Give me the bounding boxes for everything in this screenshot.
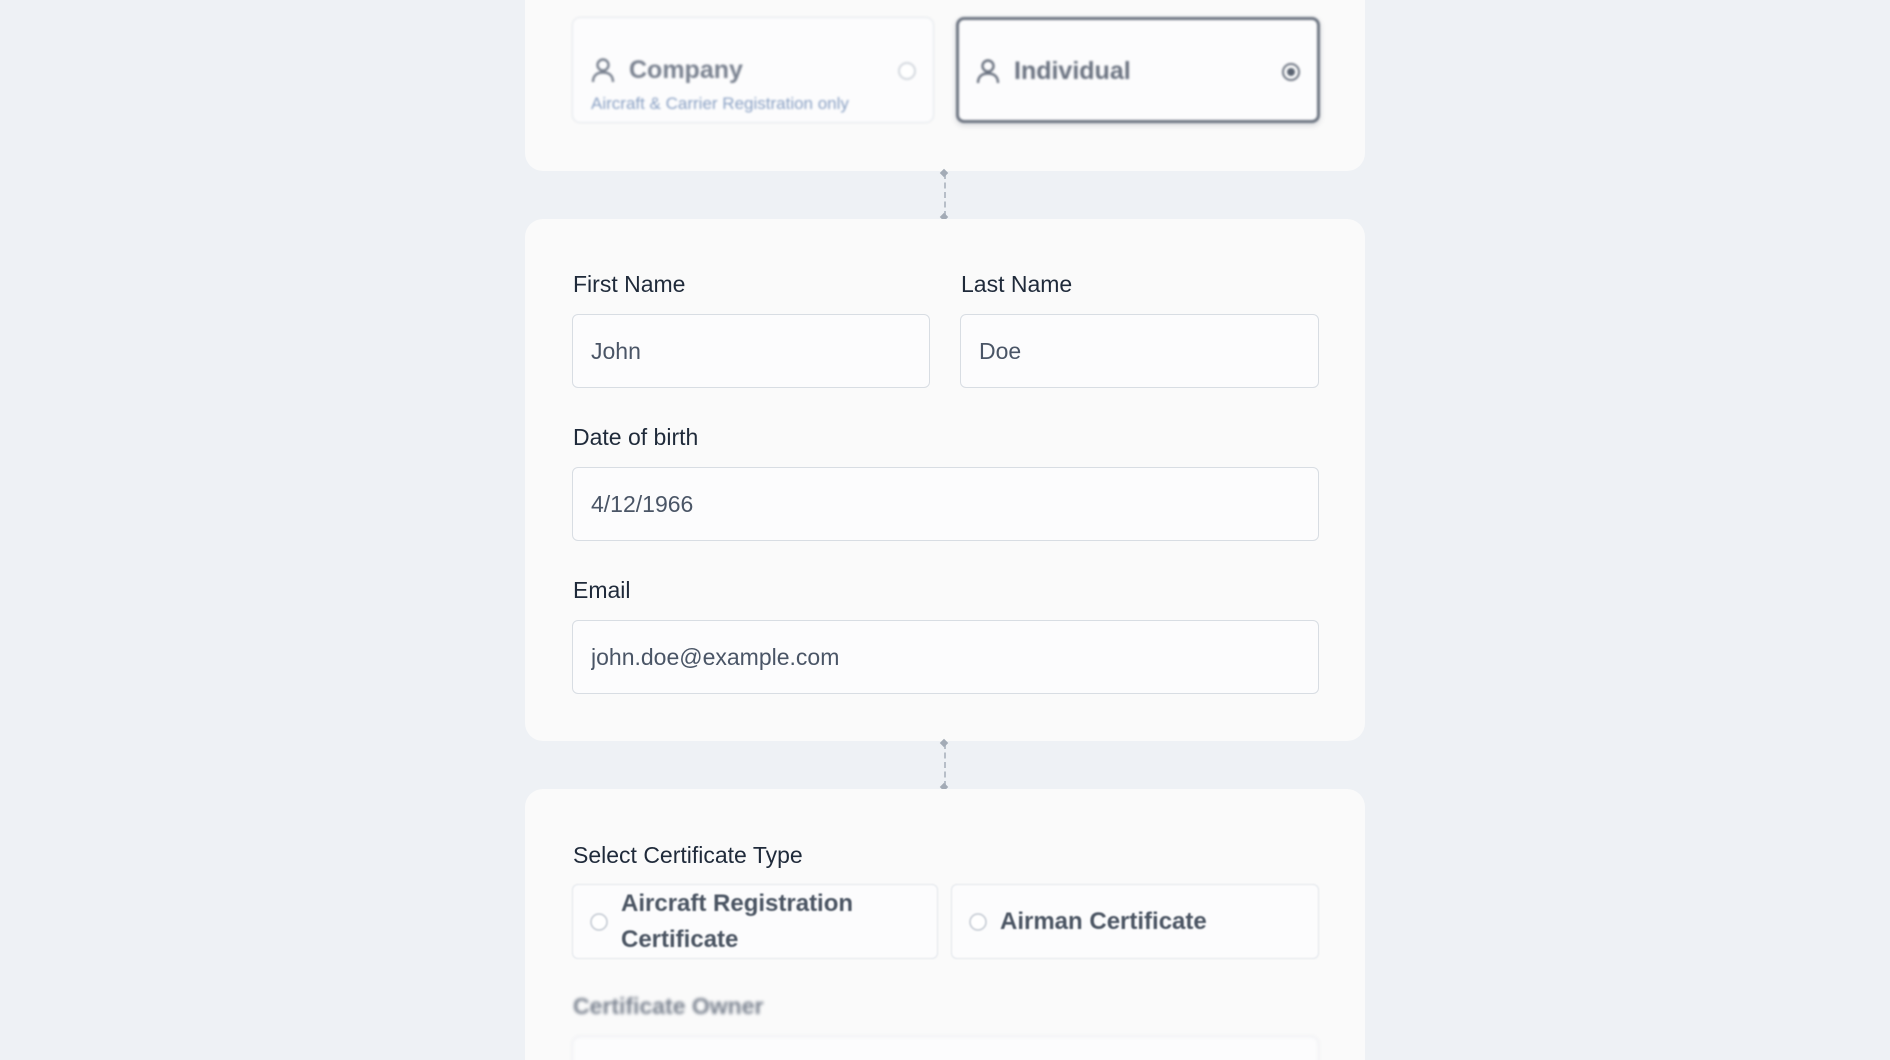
first-name-label: First Name [573,271,686,297]
user-icon [976,59,1000,84]
date-of-birth-input[interactable] [572,467,1319,541]
certificate-owner-input[interactable] [572,1036,1319,1060]
certificate-type-label: Select Certificate Type [573,842,803,868]
option-title: Company [629,56,743,84]
aircraft-registration-radio[interactable] [590,913,608,931]
individual-radio[interactable] [1282,63,1300,81]
first-name-input[interactable] [572,314,930,388]
option-subtitle: Aircraft & Carrier Registration only [591,94,849,113]
account-type-card: Company Aircraft & Carrier Registration … [525,0,1365,171]
user-icon [591,58,615,83]
certificate-owner-label: Certificate Owner [573,993,764,1019]
last-name-label: Last Name [961,271,1073,297]
account-type-option-individual[interactable]: Individual [956,17,1320,123]
personal-details-card: First Name Last Name Date of birth Email [525,219,1365,741]
certificate-option-aircraft-registration[interactable]: Aircraft Registration Certificate [572,884,938,959]
date-of-birth-label: Date of birth [573,424,699,450]
step-connector [944,743,946,787]
last-name-input[interactable] [960,314,1319,388]
certificate-card: Select Certificate Type Aircraft Registr… [525,789,1365,1060]
option-title: Individual [1014,57,1131,85]
certificate-option-airman[interactable]: Airman Certificate [951,884,1319,959]
step-connector [944,173,946,217]
email-input[interactable] [572,620,1319,694]
company-radio[interactable] [898,62,916,80]
email-label: Email [573,577,631,603]
certificate-option-label: Airman Certificate [1000,908,1207,935]
airman-radio[interactable] [969,913,987,931]
form-stage: Company Aircraft & Carrier Registration … [0,0,1890,1060]
certificate-option-label: Aircraft Registration Certificate [621,890,854,953]
account-type-option-company[interactable]: Company Aircraft & Carrier Registration … [572,17,934,123]
